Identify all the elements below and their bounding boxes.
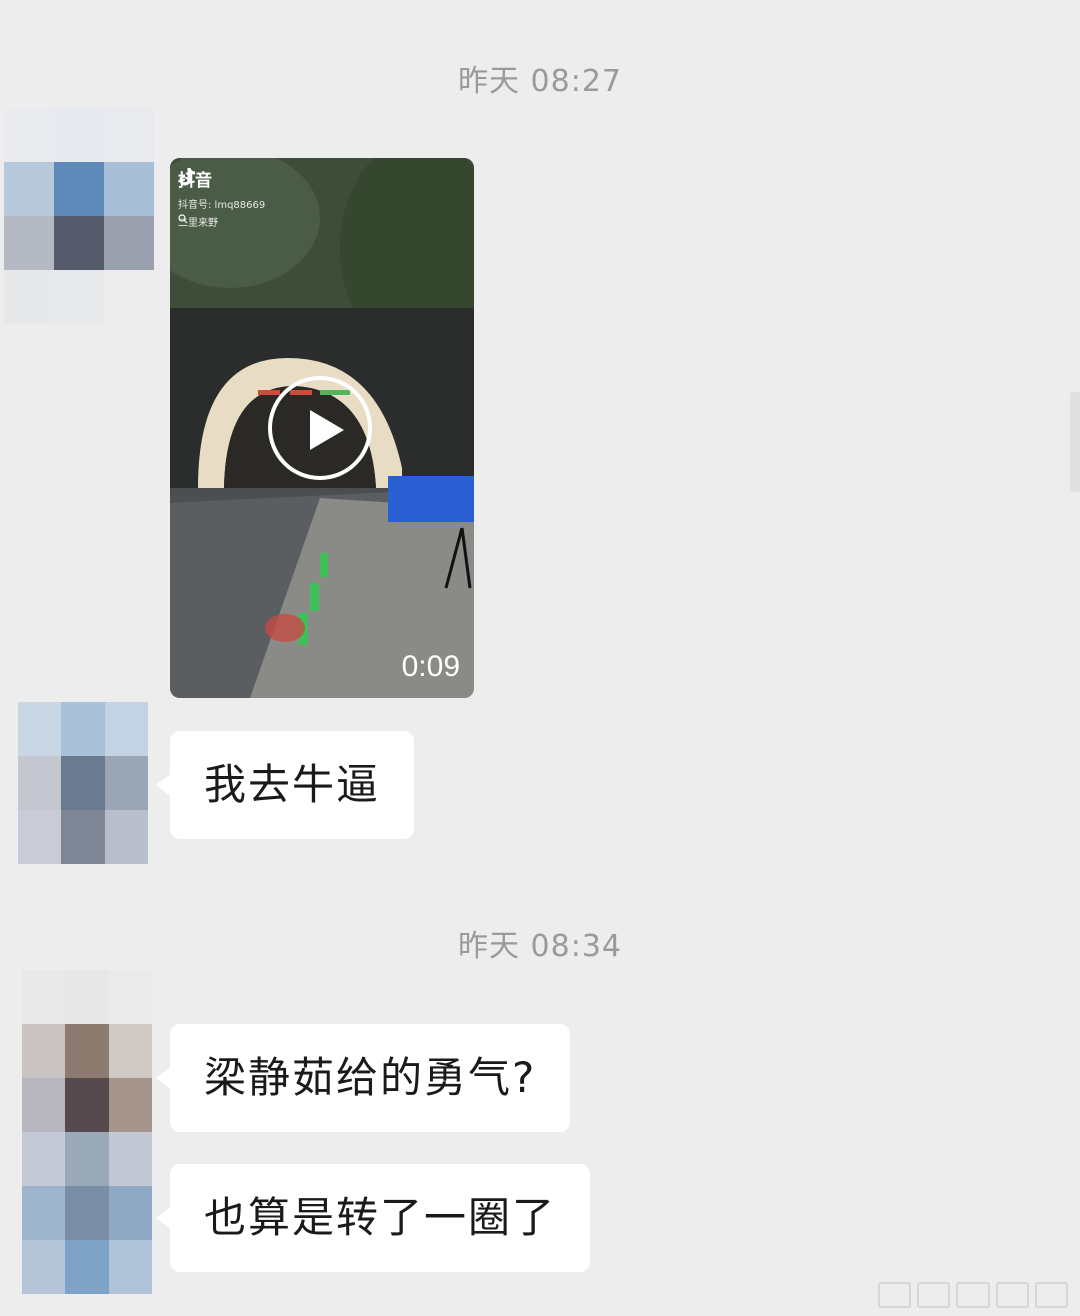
video-message[interactable]: 抖音 抖音号: lmq88669 二里来野 0:09	[170, 158, 474, 698]
message-bubble[interactable]: 我去牛逼	[155, 731, 415, 839]
tiktok-watermark: 抖音	[178, 166, 212, 191]
tiktok-account: 抖音号: lmq88669	[178, 200, 266, 211]
avatar[interactable]	[22, 970, 152, 1294]
tiktok-icon	[179, 167, 196, 186]
message-bubble[interactable]: 也算是转了一圈了	[155, 1164, 591, 1272]
play-icon[interactable]	[268, 376, 372, 480]
scroll-handle[interactable]	[1070, 392, 1080, 492]
tiktok-search: 二里来野	[178, 214, 218, 229]
search-icon	[178, 214, 188, 224]
message-bubble[interactable]: 梁静茹给的勇气?	[155, 1024, 571, 1132]
timestamp: 昨天 08:34	[458, 929, 622, 964]
avatar[interactable]	[4, 108, 154, 324]
video-duration: 0:09	[401, 650, 460, 683]
avatar[interactable]	[18, 702, 148, 864]
watermark	[878, 1282, 1069, 1308]
timestamp: 昨天 08:27	[458, 64, 622, 99]
